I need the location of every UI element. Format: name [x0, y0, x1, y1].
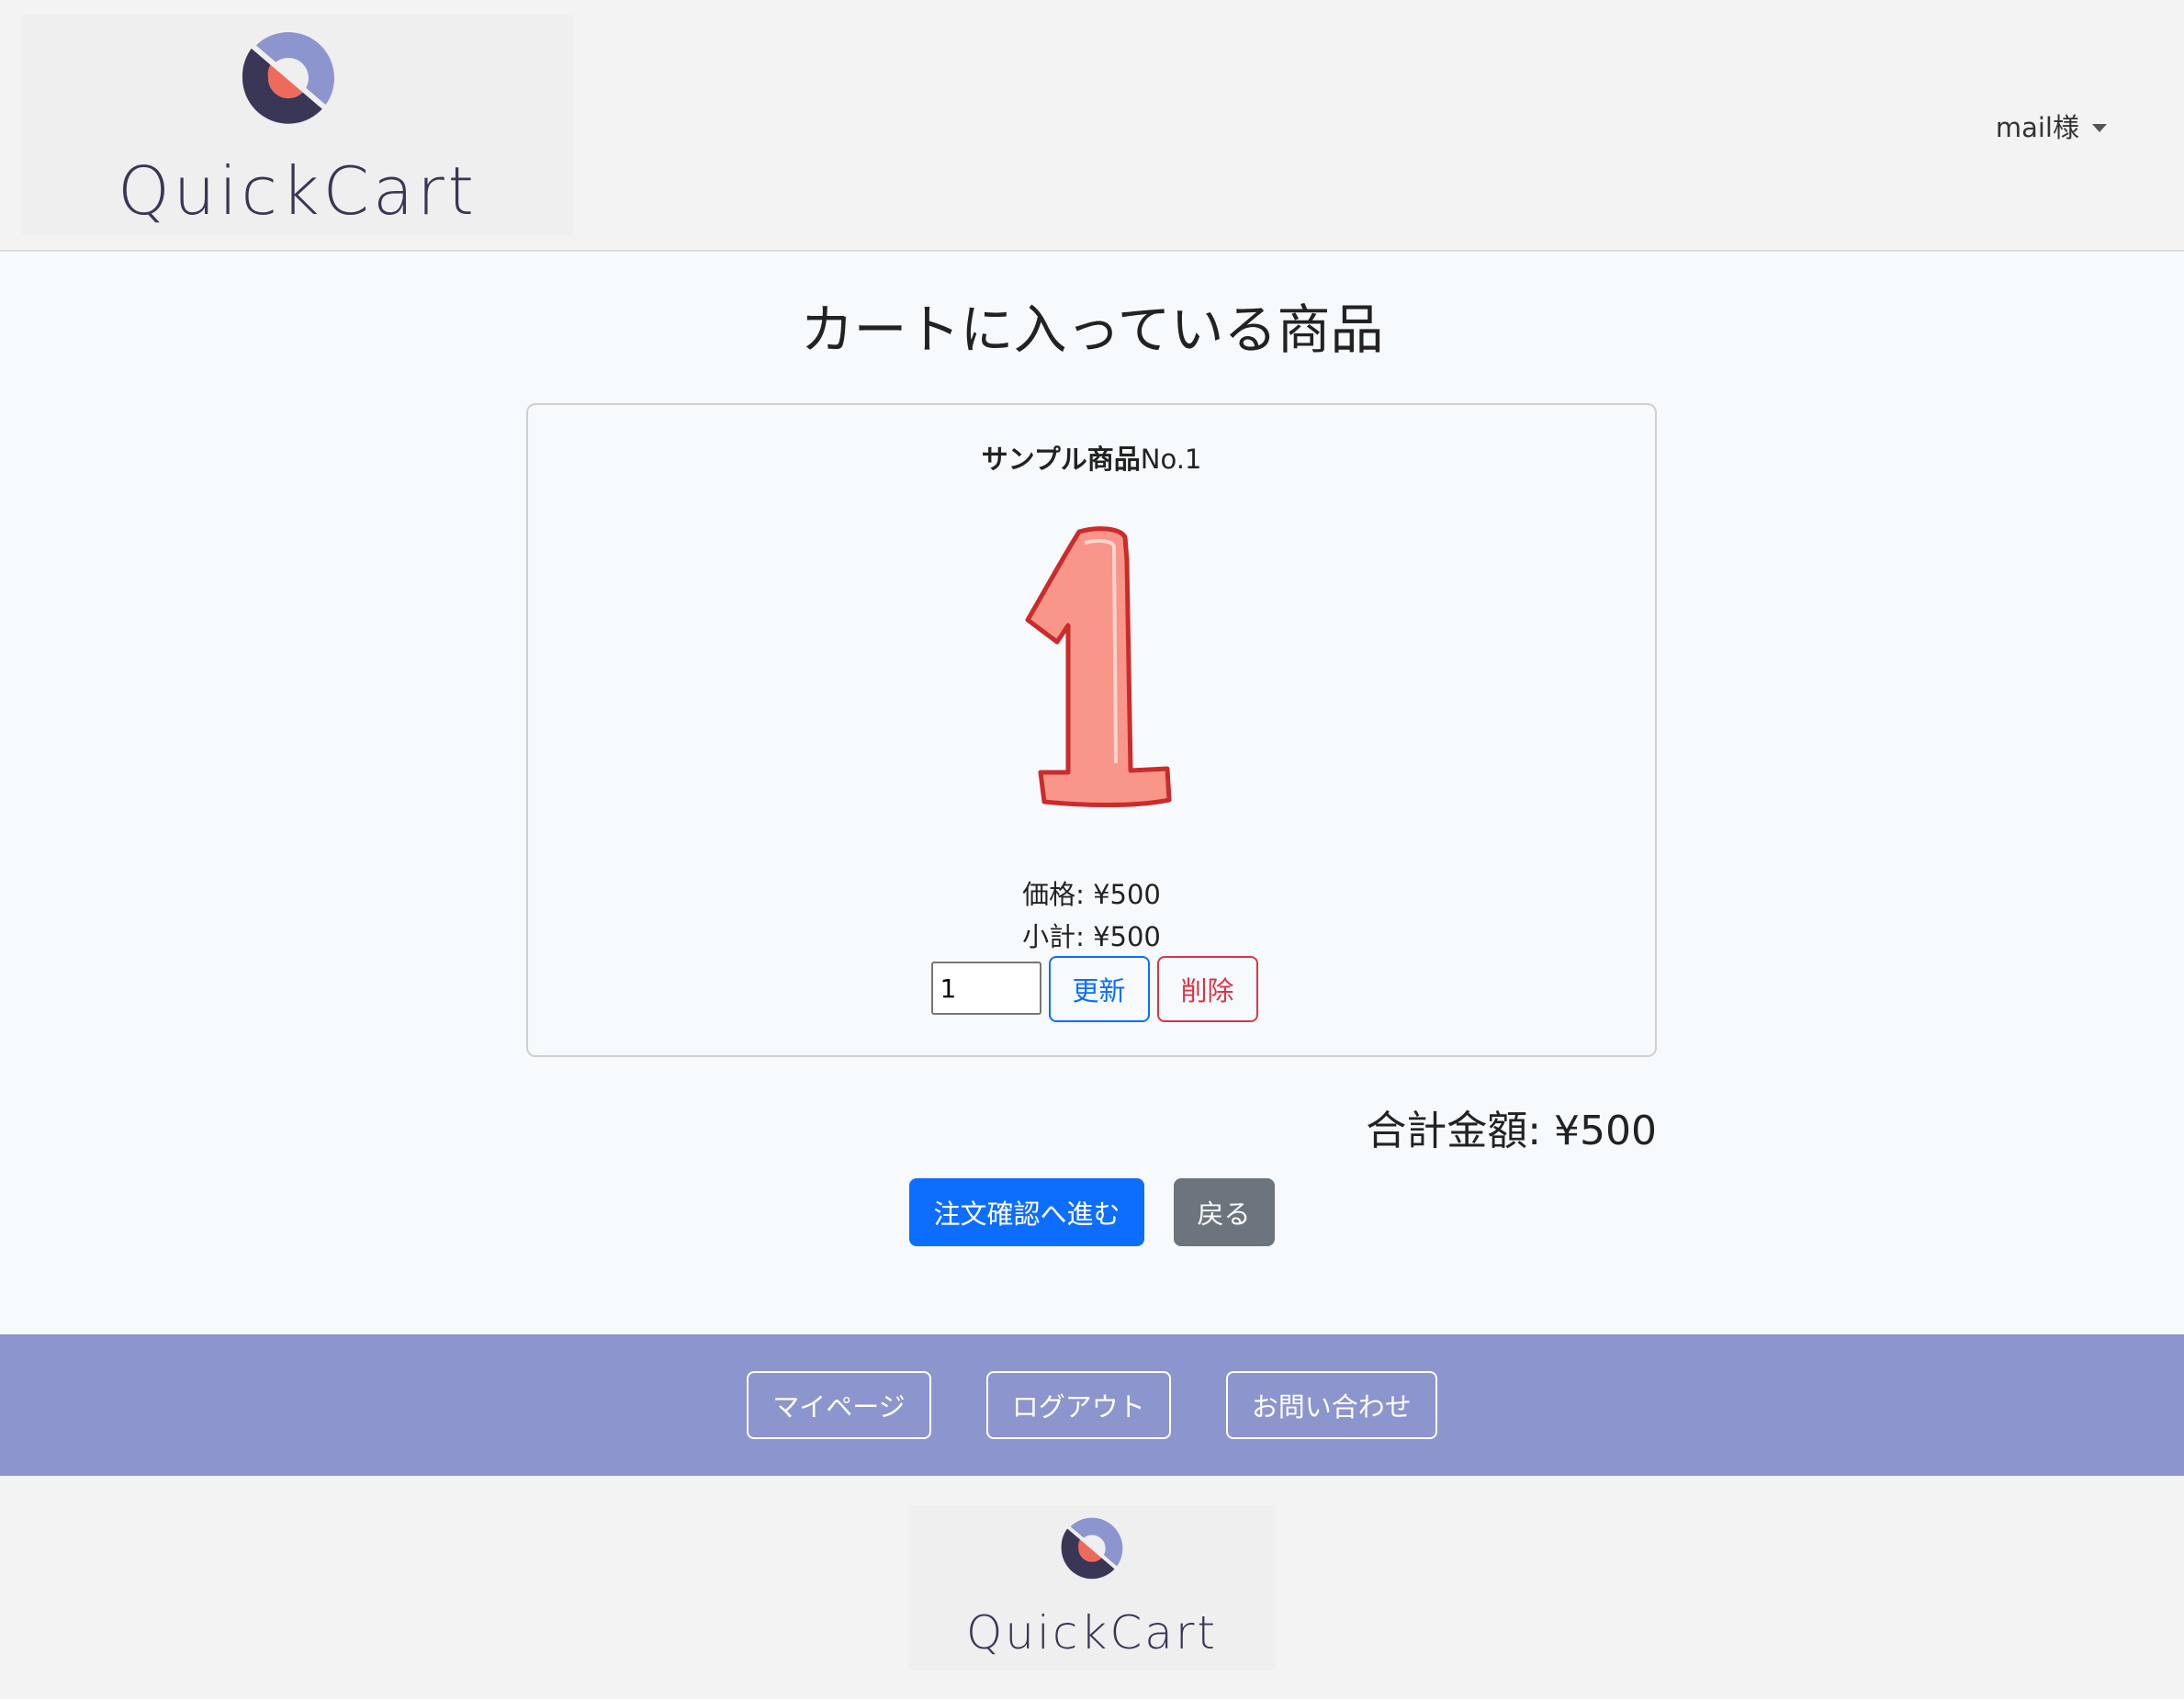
- cart-actions: 注文確認へ進む 戻る: [0, 1178, 2184, 1246]
- logo-mark-icon: [242, 32, 336, 124]
- footer-logout-button[interactable]: ログアウト: [985, 1371, 1171, 1439]
- footer-mypage-button[interactable]: マイページ: [747, 1371, 931, 1439]
- subtotal-text: 小計: ¥500: [1022, 921, 1161, 952]
- product-image-numeral: 1: [996, 524, 997, 525]
- footer-bottom: QuickCart: [0, 1476, 2184, 1699]
- footer-logo-text: QuickCart: [965, 1606, 1219, 1660]
- footer-logo-mark-icon: [1061, 1517, 1124, 1580]
- caret-down-icon: [2092, 123, 2107, 132]
- update-button[interactable]: 更新: [1048, 956, 1150, 1022]
- product-name: サンプル商品No.1: [528, 438, 1655, 477]
- logo-text: QuickCart: [118, 152, 478, 230]
- back-button[interactable]: 戻る: [1173, 1178, 1275, 1246]
- product-image: 1: [996, 524, 1172, 807]
- site-logo[interactable]: QuickCart: [22, 15, 573, 235]
- product-name-suffix: No.1: [1140, 444, 1202, 475]
- product-name-main: サンプル商品: [981, 444, 1141, 475]
- site-header: QuickCart mail様: [0, 0, 2184, 252]
- page-title: カートに入っている商品: [800, 298, 1384, 361]
- cart-item-card: サンプル商品No.1 1 価格: ¥500 小計: ¥500 更新 削除: [526, 403, 1657, 1057]
- footer-contact-button[interactable]: お問い合わせ: [1225, 1371, 1437, 1439]
- footer-nav: マイページ ログアウト お問い合わせ: [0, 1334, 2184, 1476]
- checkout-button[interactable]: 注文確認へ進む: [909, 1178, 1144, 1246]
- item-controls: 更新 削除: [528, 956, 1655, 1022]
- footer-logo[interactable]: QuickCart: [908, 1505, 1276, 1671]
- delete-button[interactable]: 削除: [1156, 956, 1258, 1022]
- total-amount: 合計金額: ¥500: [1366, 1108, 1657, 1154]
- user-menu-label: mail様: [1995, 112, 2079, 143]
- price-text: 価格: ¥500: [1022, 879, 1161, 910]
- quantity-input[interactable]: [930, 962, 1041, 1015]
- user-menu-dropdown[interactable]: mail様: [1996, 107, 2107, 145]
